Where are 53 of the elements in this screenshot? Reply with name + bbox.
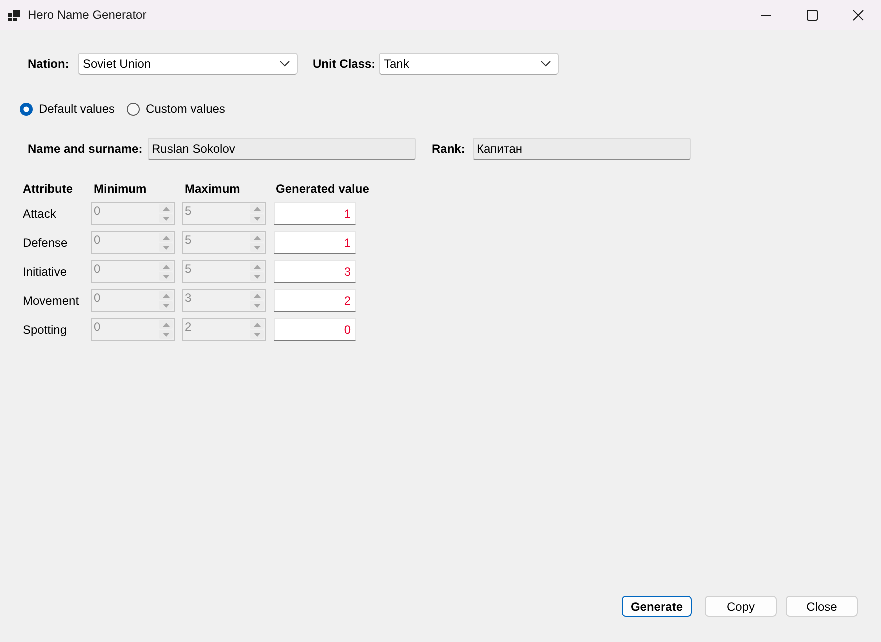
up-triangle-icon	[162, 206, 170, 210]
unit-class-dropdown[interactable]: Tank	[379, 53, 559, 75]
generated-value-field[interactable]: 1	[274, 202, 356, 225]
rank-field[interactable]: Капитан	[473, 138, 691, 160]
window-title: Hero Name Generator	[28, 8, 147, 22]
column-header: Maximum	[184, 182, 240, 196]
nation-label: Nation:	[28, 57, 70, 71]
down-triangle-icon	[254, 274, 260, 278]
generated-value-field[interactable]: 1	[274, 231, 356, 254]
radio-option[interactable]: Default values	[20, 102, 116, 116]
down-triangle-icon	[254, 246, 260, 250]
generated-value-field[interactable]: 0	[274, 318, 356, 341]
attribute-label: Movement	[23, 294, 80, 308]
up-triangle-icon	[162, 294, 170, 298]
close-icon	[852, 10, 864, 20]
down-triangle-icon	[162, 216, 170, 220]
dialog-button[interactable]: Generate	[622, 596, 692, 617]
up-triangle-icon	[254, 294, 260, 298]
app-icon	[8, 10, 20, 20]
attribute-label: Spotting	[23, 322, 68, 336]
up-triangle-icon	[162, 322, 170, 326]
radio-option[interactable]: Custom values	[127, 102, 226, 116]
up-triangle-icon	[254, 264, 260, 268]
up-triangle-icon	[254, 236, 260, 240]
up-triangle-icon	[254, 206, 260, 210]
column-header: Attribute	[23, 182, 73, 196]
maximize-icon	[806, 10, 818, 20]
dialog-button[interactable]: Close	[786, 596, 858, 617]
down-triangle-icon	[162, 304, 170, 308]
unit-class-label: Unit Class:	[313, 57, 377, 71]
generated-value-field[interactable]: 2	[274, 289, 356, 312]
dialog-button[interactable]: Copy	[705, 596, 777, 617]
column-header: Minimum	[93, 182, 147, 196]
down-triangle-icon	[254, 332, 260, 336]
name-label: Name and surname:	[28, 142, 144, 156]
down-triangle-icon	[162, 274, 170, 278]
rank-label: Rank:	[432, 142, 466, 156]
chevron-down-icon	[280, 61, 290, 67]
up-triangle-icon	[162, 264, 170, 268]
down-triangle-icon	[254, 216, 260, 220]
attribute-label: Initiative	[23, 264, 68, 278]
column-header: Generated value	[275, 182, 370, 196]
nation-dropdown[interactable]: Soviet Union	[78, 53, 298, 75]
name-field[interactable]: Ruslan Sokolov	[148, 138, 416, 160]
attribute-label: Defense	[23, 236, 68, 250]
up-triangle-icon	[254, 322, 260, 326]
down-triangle-icon	[162, 332, 170, 336]
generated-value-field[interactable]: 3	[274, 260, 356, 283]
chevron-down-icon	[541, 61, 551, 67]
attribute-label: Attack	[23, 206, 56, 220]
down-triangle-icon	[254, 304, 260, 308]
up-triangle-icon	[162, 236, 170, 240]
down-triangle-icon	[162, 246, 170, 250]
